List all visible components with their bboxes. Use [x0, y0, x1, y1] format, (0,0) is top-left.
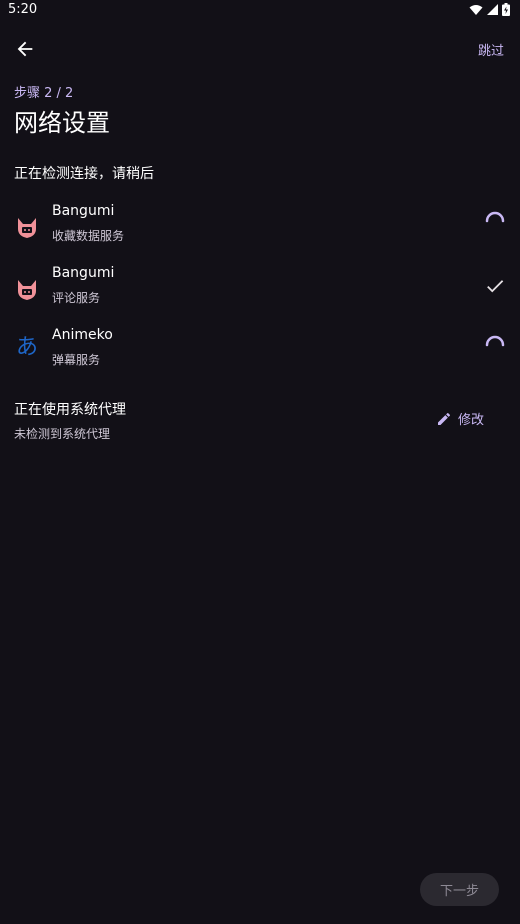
signal-icon [487, 4, 498, 15]
back-arrow-icon[interactable] [14, 38, 36, 60]
next-step-button[interactable]: 下一步 [420, 873, 499, 906]
service-row-bangumi-comments: Bangumi 评论服务 [0, 263, 520, 323]
loading-spinner-icon [485, 335, 505, 347]
battery-icon [502, 3, 510, 16]
status-icons [469, 3, 510, 16]
page-title: 网络设置 [14, 109, 110, 137]
bangumi-logo-icon [18, 280, 36, 300]
service-name: Bangumi [52, 203, 115, 219]
bangumi-logo-icon [18, 218, 36, 238]
service-row-bangumi-collection: Bangumi 收藏数据服务 [0, 201, 520, 261]
service-desc: 弹幕服务 [52, 353, 101, 367]
service-desc: 评论服务 [52, 291, 101, 305]
proxy-title: 正在使用系统代理 [14, 402, 126, 418]
animeko-logo-icon: あ [15, 335, 38, 360]
status-time: 5:20 [8, 2, 38, 17]
service-name: Bangumi [52, 265, 115, 281]
edit-proxy-label: 修改 [458, 413, 485, 428]
check-icon [487, 280, 504, 293]
wifi-icon [469, 4, 483, 15]
pencil-icon [438, 412, 451, 425]
checking-hint: 正在检测连接，请稍后 [14, 166, 154, 182]
skip-button[interactable]: 跳过 [478, 40, 504, 59]
service-name: Animeko [52, 327, 113, 343]
service-desc: 收藏数据服务 [52, 229, 125, 243]
step-indicator: 步骤 2 / 2 [14, 86, 74, 101]
loading-spinner-icon [485, 211, 505, 223]
edit-proxy-button[interactable]: 修改 [436, 409, 484, 428]
proxy-subtitle: 未检测到系统代理 [14, 427, 111, 441]
service-row-animeko-danmaku: あ Animeko 弹幕服务 [0, 325, 520, 385]
